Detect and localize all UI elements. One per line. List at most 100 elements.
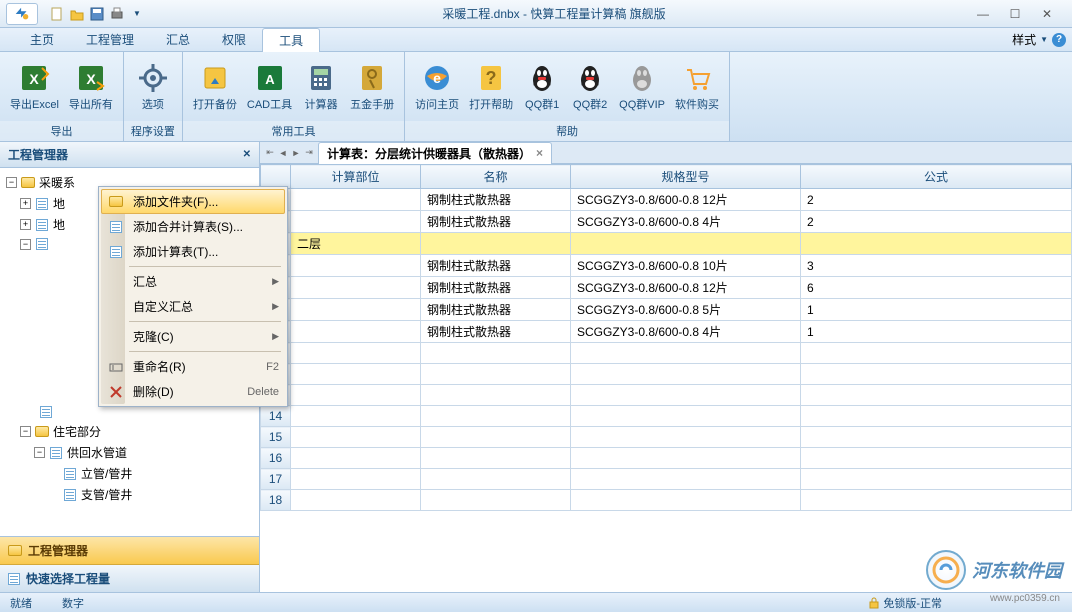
cell[interactable] bbox=[291, 255, 421, 277]
qat-save-icon[interactable] bbox=[88, 5, 106, 23]
menu-工程管理[interactable]: 工程管理 bbox=[70, 28, 150, 52]
cell[interactable]: 钢制柱式散热器 bbox=[421, 189, 571, 211]
context-menu-item[interactable]: 重命名(R)F2 bbox=[101, 354, 285, 379]
ribbon-btn-打开帮助[interactable]: ?打开帮助 bbox=[465, 60, 517, 114]
maximize-button[interactable]: ☐ bbox=[1008, 7, 1022, 21]
column-header[interactable]: 计算部位 bbox=[291, 165, 421, 189]
cell[interactable] bbox=[421, 385, 571, 406]
table-row[interactable]: 钢制柱式散热器SCGGZY3-0.8/600-0.8 12片6 bbox=[261, 277, 1072, 299]
ribbon-btn-软件购买[interactable]: 软件购买 bbox=[671, 60, 723, 114]
expand-icon[interactable]: + bbox=[20, 198, 31, 209]
ribbon-btn-访问主页[interactable]: e访问主页 bbox=[411, 60, 463, 114]
table-row[interactable]: 16 bbox=[261, 448, 1072, 469]
ribbon-btn-导出Excel[interactable]: X导出Excel bbox=[6, 60, 63, 114]
menu-工具[interactable]: 工具 bbox=[262, 28, 320, 52]
cell[interactable]: 1 bbox=[801, 299, 1072, 321]
cell[interactable] bbox=[571, 490, 801, 511]
cell[interactable]: SCGGZY3-0.8/600-0.8 12片 bbox=[571, 189, 801, 211]
row-number[interactable]: 17 bbox=[261, 469, 291, 490]
cell[interactable] bbox=[801, 385, 1072, 406]
cell[interactable]: 钢制柱式散热器 bbox=[421, 211, 571, 233]
table-row[interactable]: 钢制柱式散热器SCGGZY3-0.8/600-0.8 4片1 bbox=[261, 321, 1072, 343]
cell[interactable]: 二层 bbox=[291, 233, 421, 255]
context-menu-item[interactable]: 添加计算表(T)... bbox=[101, 239, 285, 264]
style-dropdown[interactable]: 样式 bbox=[1012, 31, 1036, 48]
ribbon-btn-QQ群1[interactable]: QQ群1 bbox=[519, 60, 565, 114]
row-number[interactable]: 18 bbox=[261, 490, 291, 511]
cell[interactable] bbox=[291, 299, 421, 321]
minimize-button[interactable]: — bbox=[976, 7, 990, 21]
tab-next-icon[interactable]: ► bbox=[290, 146, 302, 160]
collapse-icon[interactable]: − bbox=[6, 177, 17, 188]
sidebar-nav-quick-select[interactable]: 快速选择工程量 bbox=[0, 565, 259, 592]
cell[interactable] bbox=[421, 406, 571, 427]
cell[interactable] bbox=[801, 233, 1072, 255]
table-row[interactable]: 17 bbox=[261, 469, 1072, 490]
expand-icon[interactable]: + bbox=[20, 219, 31, 230]
ribbon-btn-选项[interactable]: 选项 bbox=[130, 60, 176, 114]
table-row[interactable]: 15 bbox=[261, 427, 1072, 448]
cell[interactable] bbox=[291, 364, 421, 385]
tree-item[interactable]: −住宅部分 bbox=[2, 421, 257, 442]
cell[interactable]: SCGGZY3-0.8/600-0.8 5片 bbox=[571, 299, 801, 321]
tree-item[interactable]: 立管/管井 bbox=[2, 463, 257, 484]
cell[interactable]: 钢制柱式散热器 bbox=[421, 255, 571, 277]
cell[interactable] bbox=[291, 385, 421, 406]
help-icon[interactable]: ? bbox=[1052, 33, 1066, 47]
cell[interactable] bbox=[801, 406, 1072, 427]
menu-主页[interactable]: 主页 bbox=[14, 28, 70, 52]
context-menu-item[interactable]: 添加合并计算表(S)... bbox=[101, 214, 285, 239]
cell[interactable] bbox=[291, 469, 421, 490]
cell[interactable] bbox=[571, 427, 801, 448]
row-header-corner[interactable] bbox=[261, 165, 291, 189]
cell[interactable] bbox=[571, 406, 801, 427]
ribbon-btn-导出所有[interactable]: X导出所有 bbox=[65, 60, 117, 114]
cell[interactable] bbox=[291, 406, 421, 427]
table-row[interactable] bbox=[261, 343, 1072, 364]
qat-open-icon[interactable] bbox=[68, 5, 86, 23]
cell[interactable]: 6 bbox=[801, 277, 1072, 299]
table-row[interactable]: 14 bbox=[261, 406, 1072, 427]
cell[interactable] bbox=[421, 364, 571, 385]
ribbon-btn-QQ群VIP[interactable]: QQ群VIP bbox=[615, 60, 669, 114]
menu-权限[interactable]: 权限 bbox=[206, 28, 262, 52]
column-header[interactable]: 名称 bbox=[421, 165, 571, 189]
cell[interactable] bbox=[421, 469, 571, 490]
qat-new-icon[interactable] bbox=[48, 5, 66, 23]
style-dropdown-arrow-icon[interactable]: ▼ bbox=[1040, 35, 1048, 44]
cell[interactable] bbox=[801, 364, 1072, 385]
cell[interactable] bbox=[291, 343, 421, 364]
cell[interactable] bbox=[571, 469, 801, 490]
column-header[interactable]: 规格型号 bbox=[571, 165, 801, 189]
ribbon-btn-打开备份[interactable]: 打开备份 bbox=[189, 60, 241, 114]
tab-first-icon[interactable]: ⇤ bbox=[264, 146, 276, 160]
cell[interactable] bbox=[801, 448, 1072, 469]
cell[interactable] bbox=[291, 211, 421, 233]
cell[interactable] bbox=[801, 427, 1072, 448]
cell[interactable]: SCGGZY3-0.8/600-0.8 4片 bbox=[571, 321, 801, 343]
table-row[interactable]: 钢制柱式散热器SCGGZY3-0.8/600-0.8 5片1 bbox=[261, 299, 1072, 321]
ribbon-btn-CAD工具[interactable]: ACAD工具 bbox=[243, 60, 296, 114]
column-header[interactable]: 公式 bbox=[801, 165, 1072, 189]
cell[interactable] bbox=[571, 233, 801, 255]
cell[interactable]: SCGGZY3-0.8/600-0.8 10片 bbox=[571, 255, 801, 277]
cell[interactable] bbox=[291, 321, 421, 343]
tab-close-icon[interactable]: × bbox=[536, 146, 543, 160]
collapse-icon[interactable]: − bbox=[34, 447, 45, 458]
cell[interactable] bbox=[571, 448, 801, 469]
cell[interactable] bbox=[801, 343, 1072, 364]
row-number[interactable]: 16 bbox=[261, 448, 291, 469]
cell[interactable] bbox=[291, 189, 421, 211]
collapse-icon[interactable]: − bbox=[20, 426, 31, 437]
cell[interactable] bbox=[571, 385, 801, 406]
context-menu-item[interactable]: 克隆(C)▶ bbox=[101, 324, 285, 349]
tab-active[interactable]: 计算表：分层统计供暖器具（散热器） × bbox=[318, 142, 552, 164]
cell[interactable]: 1 bbox=[801, 321, 1072, 343]
cell[interactable] bbox=[801, 469, 1072, 490]
cell[interactable] bbox=[421, 448, 571, 469]
context-menu-item[interactable]: 汇总▶ bbox=[101, 269, 285, 294]
ribbon-btn-五金手册[interactable]: 五金手册 bbox=[346, 60, 398, 114]
data-grid[interactable]: 计算部位名称规格型号公式钢制柱式散热器SCGGZY3-0.8/600-0.8 1… bbox=[260, 164, 1072, 592]
sidebar-nav-project-manager[interactable]: 工程管理器 bbox=[0, 537, 259, 565]
cell[interactable] bbox=[571, 343, 801, 364]
